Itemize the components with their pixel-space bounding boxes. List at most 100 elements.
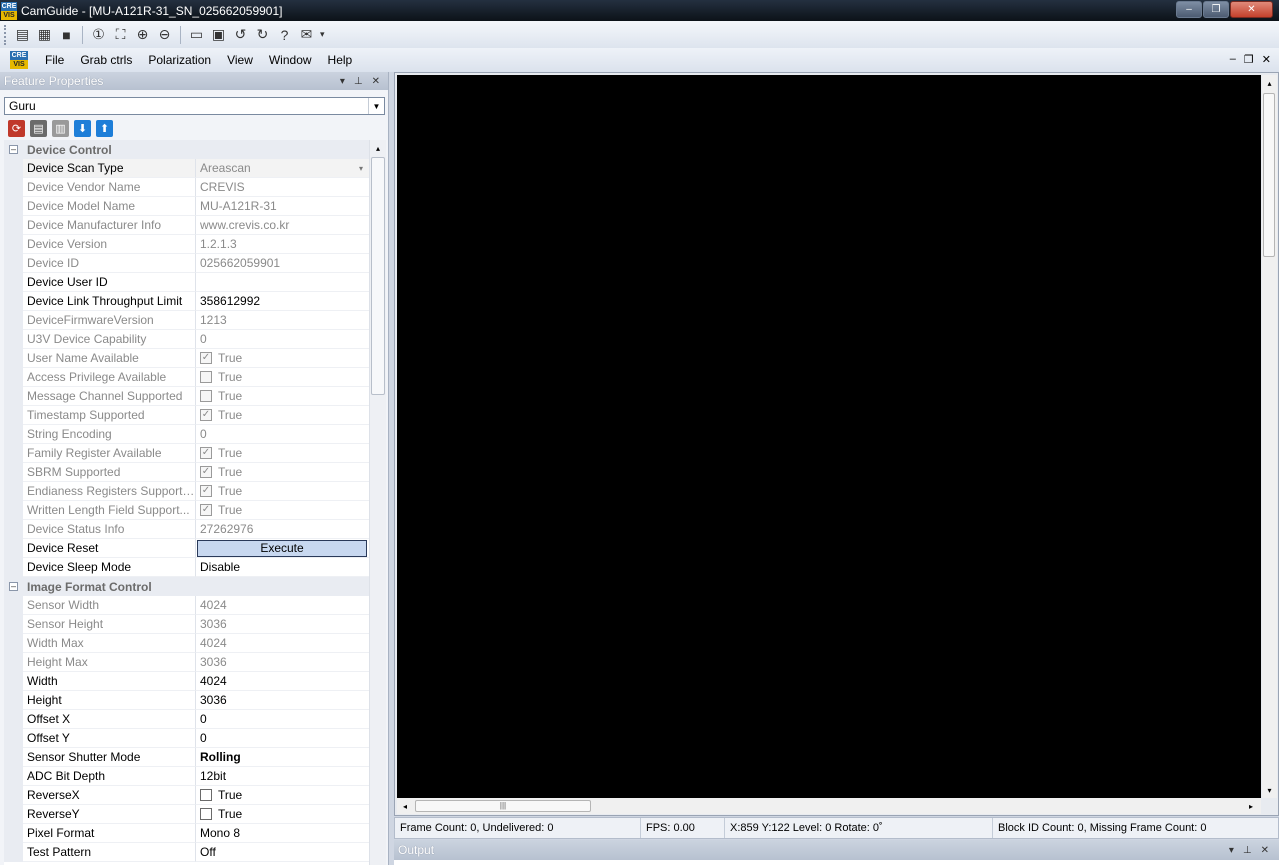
property-row[interactable]: Message Channel Supported True [4,387,369,406]
property-row[interactable]: ADC Bit Depth 12bit [4,767,369,786]
scroll-left-icon[interactable]: ◂ [397,802,413,811]
property-row[interactable]: String Encoding 0 [4,425,369,444]
property-row[interactable]: Device Manufacturer Info www.crevis.co.kr [4,216,369,235]
property-row[interactable]: Offset Y 0 [4,729,369,748]
restore-button[interactable]: ❐ [1203,1,1229,18]
property-row[interactable]: Test Pattern Off [4,843,369,862]
property-value[interactable]: 0 [196,729,369,748]
property-value[interactable]: Areascan ▾ [196,159,369,178]
property-row[interactable]: Timestamp Supported ✓ True [4,406,369,425]
zoom-in-icon[interactable]: ⊕ [132,24,153,45]
property-row[interactable]: Device Reset Execute [4,539,369,558]
property-value[interactable]: Mono 8 [196,824,369,843]
checkbox[interactable] [200,789,212,801]
zoom-1-1-icon[interactable]: ① [88,24,109,45]
property-value[interactable]: Off [196,843,369,862]
property-row[interactable]: Pixel Format Mono 8 [4,824,369,843]
close-button[interactable]: ✕ [1230,1,1273,18]
property-row[interactable]: Device Sleep Mode Disable [4,558,369,577]
stop-icon[interactable]: ■ [56,24,77,45]
property-row[interactable]: Access Privilege Available True [4,368,369,387]
property-row[interactable]: Endianess Registers Supported ✓ True [4,482,369,501]
property-grid-scrollbar[interactable]: ▴ [369,140,386,865]
import-icon[interactable]: ▥ [52,120,69,137]
pin-icon[interactable]: ⊥ [354,76,363,87]
panel-menu-icon[interactable]: ▾ [340,76,345,87]
property-value[interactable]: Disable [196,558,369,577]
chevron-down-icon[interactable]: ▾ [359,159,363,178]
upload-icon[interactable]: ⬆ [96,120,113,137]
export-icon[interactable]: ▤ [30,120,47,137]
property-value[interactable] [196,273,369,292]
zoom-fit-icon[interactable]: ⛶ [110,24,131,45]
panel-menu-icon[interactable]: ▾ [1229,845,1234,856]
property-row[interactable]: Device Version 1.2.1.3 [4,235,369,254]
property-value[interactable]: 0 [196,710,369,729]
property-row[interactable]: Device Status Info 27262976 [4,520,369,539]
property-value[interactable]: True [196,805,369,824]
menu-view[interactable]: View [219,53,261,67]
rotate-right-icon[interactable]: ↻ [252,24,273,45]
property-row[interactable]: Height 3036 [4,691,369,710]
close-icon[interactable]: ✕ [372,76,380,87]
scroll-thumb[interactable] [371,157,385,395]
pin-icon[interactable]: ⊥ [1243,845,1252,856]
grab-single-icon[interactable]: ▤ [12,24,33,45]
refresh-icon[interactable]: ⟳ [8,120,25,137]
property-value[interactable]: 358612992 [196,292,369,311]
property-row[interactable]: Device Model Name MU-A121R-31 [4,197,369,216]
property-value[interactable]: 3036 [196,691,369,710]
property-row[interactable]: Device ID 025662059901 [4,254,369,273]
property-value[interactable]: Execute [196,539,369,558]
property-row[interactable]: Device Vendor Name CREVIS [4,178,369,197]
scroll-down-icon[interactable]: ▾ [1262,782,1277,798]
property-row[interactable]: Width Max 4024 [4,634,369,653]
property-row[interactable]: User Name Available ✓ True [4,349,369,368]
collapse-icon[interactable]: – [4,140,23,159]
collapse-icon[interactable]: – [4,577,23,596]
scroll-right-icon[interactable]: ▸ [1243,802,1259,811]
viewer-vertical-scrollbar[interactable]: ▴ ▾ [1262,75,1277,798]
property-value[interactable]: 12bit [196,767,369,786]
property-row[interactable]: Sensor Width 4024 [4,596,369,615]
property-row[interactable]: Device Scan Type Areascan ▾ [4,159,369,178]
property-row[interactable]: Written Length Field Support... ✓ True [4,501,369,520]
horizontal-scroll-thumb[interactable]: ||| [415,800,591,812]
viewer-horizontal-scrollbar[interactable]: ◂ ||| ▸ [397,798,1261,814]
mdi-restore-icon[interactable]: ❐ [1244,53,1254,66]
visibility-select[interactable]: Guru ▼ [4,97,385,115]
property-row[interactable]: Sensor Height 3036 [4,615,369,634]
scroll-up-icon[interactable]: ▴ [370,140,386,156]
property-row[interactable]: Height Max 3036 [4,653,369,672]
property-row[interactable]: Device User ID [4,273,369,292]
property-row[interactable]: SBRM Supported ✓ True [4,463,369,482]
image-canvas[interactable] [397,75,1261,798]
property-row[interactable]: U3V Device Capability 0 [4,330,369,349]
menu-window[interactable]: Window [261,53,320,67]
close-icon[interactable]: ✕ [1261,845,1269,856]
menu-help[interactable]: Help [320,53,361,67]
property-row[interactable]: Offset X 0 [4,710,369,729]
category-row[interactable]: – Device Control [4,140,369,159]
execute-button[interactable]: Execute [197,539,367,557]
property-row[interactable]: Sensor Shutter Mode Rolling [4,748,369,767]
chevron-down-icon[interactable]: ▼ [368,98,384,114]
property-row[interactable]: Width 4024 [4,672,369,691]
vertical-scroll-thumb[interactable] [1263,93,1275,257]
menu-logo-icon[interactable]: CRE VIS [10,51,28,69]
property-value[interactable]: True [196,786,369,805]
help-icon[interactable]: ? [274,24,295,45]
rotate-left-icon[interactable]: ↺ [230,24,251,45]
minimize-button[interactable]: – [1176,1,1202,18]
grab-continuous-icon[interactable]: ▦ [34,24,55,45]
menu-polarization[interactable]: Polarization [140,53,219,67]
toolbar-grip[interactable] [4,24,8,45]
property-row[interactable]: ReverseX True [4,786,369,805]
mdi-minimize-icon[interactable]: – [1230,53,1236,66]
toolbar-overflow-icon[interactable]: ▾ [320,29,325,40]
category-row[interactable]: – Image Format Control [4,577,369,596]
property-value[interactable]: Rolling [196,748,369,767]
settings-icon[interactable]: ✉ [296,24,317,45]
property-row[interactable]: Family Register Available ✓ True [4,444,369,463]
property-value[interactable]: 4024 [196,672,369,691]
